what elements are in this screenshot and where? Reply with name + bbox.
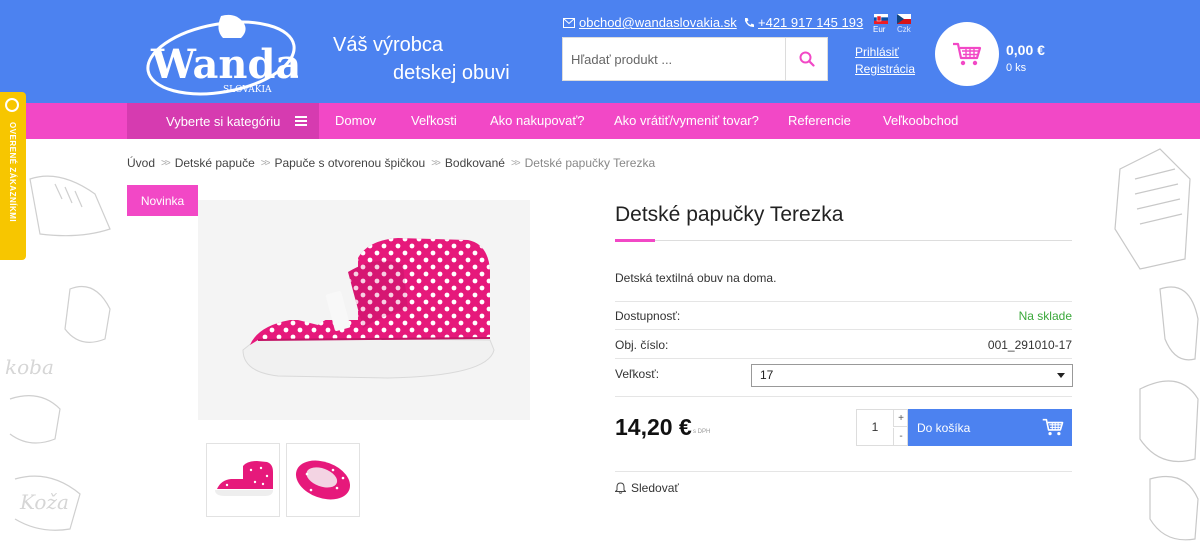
search-icon bbox=[799, 51, 815, 67]
breadcrumb-item-home[interactable]: Úvod bbox=[127, 156, 155, 170]
slogan-line-2: detskej obuvi bbox=[393, 62, 510, 84]
search-button[interactable] bbox=[785, 38, 827, 80]
size-selected-value: 17 bbox=[760, 368, 774, 382]
wanda-logo[interactable]: Wanda SLOVAKIA bbox=[143, 8, 298, 96]
product-main-image[interactable] bbox=[198, 200, 530, 420]
size-select[interactable]: 17 bbox=[751, 364, 1073, 387]
verified-badge-text: OVERENÉ ZÁKAZNÍKMI bbox=[8, 122, 17, 223]
size-label: Veľkosť: bbox=[615, 367, 660, 381]
new-product-badge: Novinka bbox=[127, 185, 198, 216]
product-thumbnail-1[interactable] bbox=[206, 443, 280, 517]
slipper-image bbox=[242, 238, 495, 379]
sketch-word-left-bottom: Koža bbox=[19, 490, 69, 514]
param-divider bbox=[615, 358, 1072, 359]
breadcrumb-item-kids-slippers[interactable]: Detské papuče bbox=[175, 156, 255, 170]
currency-label-czk[interactable]: Czk bbox=[897, 25, 911, 34]
verified-seal-icon bbox=[5, 98, 19, 112]
email-text: obchod@wandaslovakia.sk bbox=[579, 15, 737, 30]
sketch-word-left-top: koba bbox=[5, 355, 54, 379]
product-price: 14,20 € bbox=[615, 414, 692, 440]
breadcrumb-separator-icon: >> bbox=[510, 157, 521, 169]
login-link[interactable]: Prihlásiť bbox=[855, 45, 899, 59]
nav-item-home[interactable]: Domov bbox=[335, 103, 376, 139]
param-divider bbox=[615, 471, 1072, 472]
nav-item-wholesale[interactable]: Veľkoobchod bbox=[883, 103, 958, 139]
order-number-value: 001_291010-17 bbox=[987, 338, 1072, 352]
cart-total-price[interactable]: 0,00 € bbox=[1006, 42, 1045, 58]
phone-text: +421 917 145 193 bbox=[758, 15, 864, 30]
breadcrumb-item-open-toe[interactable]: Papuče s otvorenou špičkou bbox=[274, 156, 425, 170]
background-shoe-sketch-right bbox=[1114, 148, 1199, 541]
product-title: Detské papučky Terezka bbox=[615, 203, 844, 226]
breadcrumb-item-current: Detské papučky Terezka bbox=[524, 156, 656, 170]
verified-by-customers-badge[interactable]: OVERENÉ ZÁKAZNÍKMI bbox=[0, 92, 26, 260]
hamburger-menu-icon bbox=[295, 116, 307, 126]
param-divider bbox=[615, 301, 1072, 302]
currency-label-eur[interactable]: Eur bbox=[873, 25, 885, 34]
breadcrumb: Úvod >> Detské papuče >> Papuče s otvore… bbox=[127, 156, 655, 170]
dropdown-arrow-icon bbox=[1057, 373, 1065, 378]
breadcrumb-separator-icon: >> bbox=[260, 157, 271, 169]
availability-label: Dostupnosť: bbox=[615, 309, 681, 323]
quantity-decrease-button[interactable]: - bbox=[893, 428, 908, 445]
nav-item-sizes[interactable]: Veľkosti bbox=[411, 103, 457, 139]
header-cart-button[interactable] bbox=[935, 22, 999, 86]
watch-product-button[interactable]: Sledovať bbox=[615, 481, 679, 495]
search-box bbox=[562, 37, 828, 81]
nav-item-returns[interactable]: Ako vrátiť/vymeniť tovar? bbox=[614, 103, 759, 139]
logo-subtext: SLOVAKIA bbox=[223, 85, 272, 95]
register-link[interactable]: Registrácia bbox=[855, 62, 915, 76]
phone-icon bbox=[745, 18, 754, 28]
availability-value: Na sklade bbox=[1018, 309, 1072, 323]
param-divider bbox=[615, 329, 1072, 330]
slovak-flag-icon[interactable] bbox=[874, 14, 888, 24]
main-navigation: Vyberte si kategóriu Domov Veľkosti Ako … bbox=[0, 103, 1200, 139]
nav-item-references[interactable]: Referencie bbox=[788, 103, 851, 139]
nav-item-how-to-buy[interactable]: Ako nakupovať? bbox=[490, 103, 585, 139]
contact-email-link[interactable]: obchod@wandaslovakia.sk bbox=[563, 15, 737, 30]
search-input[interactable] bbox=[563, 38, 787, 80]
add-to-cart-label: Do košíka bbox=[917, 420, 971, 435]
contact-phone-link[interactable]: +421 917 145 193 bbox=[744, 15, 863, 30]
title-accent-bar bbox=[615, 239, 655, 242]
slipper-thumbnail-top bbox=[295, 460, 351, 500]
breadcrumb-separator-icon: >> bbox=[431, 157, 441, 169]
product-thumbnail-2[interactable] bbox=[286, 443, 360, 517]
cart-item-count[interactable]: 0 ks bbox=[1006, 62, 1026, 74]
quantity-increase-button[interactable]: + bbox=[893, 410, 908, 427]
title-divider bbox=[615, 240, 1072, 241]
shopping-cart-icon bbox=[1042, 418, 1064, 436]
watch-label: Sledovať bbox=[631, 481, 679, 495]
envelope-icon bbox=[563, 17, 575, 28]
order-number-label: Obj. číslo: bbox=[615, 338, 669, 352]
add-to-cart-button[interactable]: Do košíka bbox=[908, 409, 1072, 446]
slipper-thumbnail-side bbox=[215, 461, 273, 496]
czech-flag-icon[interactable] bbox=[897, 14, 911, 24]
param-divider bbox=[615, 396, 1072, 397]
category-menu-button[interactable]: Vyberte si kategóriu bbox=[127, 103, 319, 139]
quantity-stepper: 1 + - bbox=[856, 409, 908, 446]
site-header: Wanda SLOVAKIA Váš výrobca detskej obuvi… bbox=[0, 0, 1200, 103]
logo-text: Wanda bbox=[150, 41, 298, 88]
price-vat-note: s DPH bbox=[693, 429, 711, 435]
product-description: Detská textilná obuv na doma. bbox=[615, 271, 777, 285]
slogan-line-1: Váš výrobca bbox=[333, 34, 444, 56]
category-menu-label: Vyberte si kategóriu bbox=[166, 113, 281, 129]
quantity-input[interactable]: 1 bbox=[857, 410, 893, 445]
bell-icon bbox=[615, 482, 626, 494]
breadcrumb-separator-icon: >> bbox=[161, 157, 171, 169]
shopping-cart-icon bbox=[953, 42, 982, 66]
breadcrumb-item-dotted[interactable]: Bodkované bbox=[445, 156, 505, 170]
